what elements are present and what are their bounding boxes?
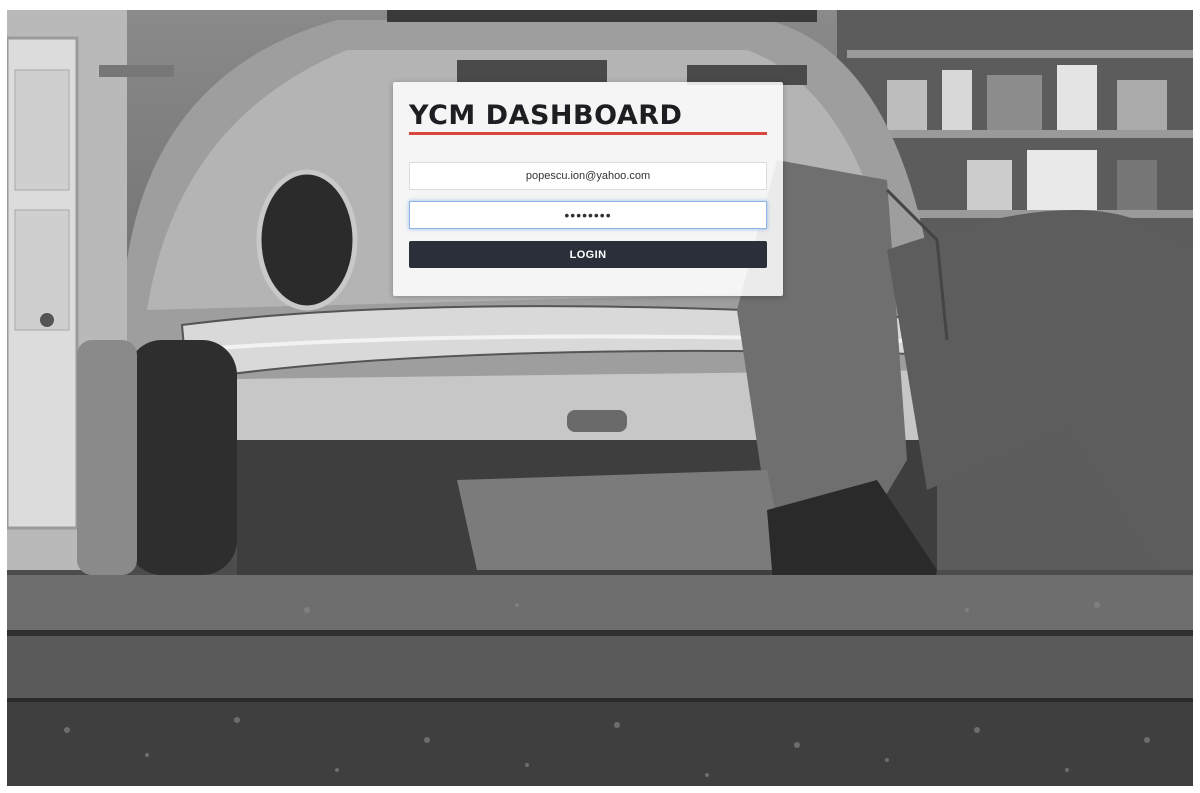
app-title: YCM DASHBOARD [409, 100, 683, 131]
login-card: YCM DASHBOARD LOGIN [393, 82, 783, 296]
password-field[interactable] [409, 201, 767, 229]
title-underline [409, 132, 767, 135]
login-button[interactable]: LOGIN [409, 241, 767, 268]
email-field[interactable] [409, 162, 767, 190]
